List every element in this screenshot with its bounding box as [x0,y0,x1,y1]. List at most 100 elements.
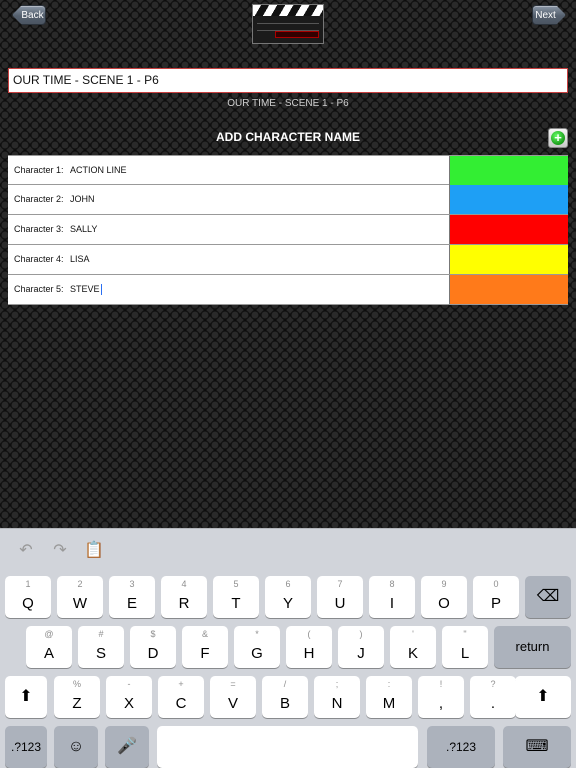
clapperboard-icon [252,4,324,44]
key-y[interactable]: 6Y [265,576,311,618]
key-label: E [126,595,137,612]
space-key[interactable] [157,726,418,768]
key-alt-label: 0 [493,579,499,589]
key-m[interactable]: :M [366,676,412,718]
key-label: W [72,595,88,612]
key-alt-label: ? [490,679,496,689]
key-b[interactable]: / B [262,676,308,718]
key-v[interactable]: = V [210,676,256,718]
key-label: T [231,595,241,612]
plus-circle-icon: + [551,131,565,145]
numbers-label: .?123 [10,740,42,754]
return-key[interactable]: return [494,626,571,668]
backspace-icon: ⌫ [536,588,560,605]
key-label: I [389,595,395,612]
scene-title-input[interactable]: OUR TIME - SCENE 1 - P6 [8,68,568,93]
key-c[interactable]: + C [158,676,204,718]
key-p[interactable]: 0P [473,576,519,618]
key-label: P [490,595,501,612]
key-alt-label: 4 [181,579,187,589]
character-color-swatch[interactable] [449,275,568,304]
key-alt-label: 6 [285,579,291,589]
backspace-key[interactable]: ⌫ [525,576,571,618]
key-alt-label: % [72,679,81,689]
key-z[interactable]: % Z [54,676,100,718]
key-period[interactable]: ?. [470,676,516,718]
key-u[interactable]: 7U [317,576,363,618]
key-label: R [178,595,190,612]
key-label: , [438,695,444,712]
key-d[interactable]: $ D [130,626,176,668]
key-alt-label: ' [412,629,414,639]
key-label: X [123,695,134,712]
numbers-key-right[interactable]: .?123 [427,726,495,768]
character-row-2: Character 2: JOHN [8,185,568,215]
character-name-input[interactable]: STEVE [64,275,449,304]
key-label: B [279,695,290,712]
character-color-swatch[interactable] [449,215,568,244]
character-label: Character 4: [14,254,64,264]
key-i[interactable]: 8I [369,576,415,618]
key-a[interactable]: @ A [26,626,72,668]
key-g[interactable]: * G [234,626,280,668]
section-title: ADD CHARACTER NAME [216,130,360,144]
key-alt-label: @ [44,629,54,639]
return-label: return [515,639,550,654]
key-x[interactable]: -X [106,676,152,718]
character-row-4: Character 4: LISA [8,245,568,275]
key-label: U [334,595,346,612]
character-name-input[interactable]: JOHN [64,185,449,214]
back-button[interactable]: Back [12,5,46,25]
key-alt-label: " [463,629,467,639]
clipboard-icon[interactable]: 📋 [84,541,104,561]
key-r[interactable]: 4R [161,576,207,618]
shift-key-left[interactable]: ⬆ [5,676,47,718]
dictation-key[interactable]: 🎤 [105,726,149,768]
next-button[interactable]: Next [532,5,566,25]
key-alt-label: 8 [389,579,395,589]
key-alt-label: 7 [337,579,343,589]
character-name-input[interactable]: ACTION LINE [64,156,449,184]
character-name-input[interactable]: SALLY [64,215,449,244]
key-s[interactable]: # S [78,626,124,668]
key-alt-label: ) [359,629,363,639]
key-w[interactable]: 2W [57,576,103,618]
hide-keyboard-key[interactable]: ⌨ [503,726,571,768]
key-alt-label: + [178,679,184,689]
numbers-key-left[interactable]: .?123 [5,726,47,768]
undo-icon[interactable]: ↶ [16,541,36,561]
key-alt-label: # [98,629,104,639]
onscreen-keyboard: ↶ ↷ 📋 1 Q 2 W 3 E 4 R 5 T 6 Y 7 U 8 I 9 O 0 P ⌫ @ A # S $ D & F * G(H)… [0,528,576,768]
character-color-swatch[interactable] [449,156,568,185]
character-color-swatch[interactable] [449,185,568,214]
key-o[interactable]: 9O [421,576,467,618]
key-label: A [43,645,54,662]
key-k[interactable]: ' K [390,626,436,668]
key-j[interactable]: ) J [338,626,384,668]
shift-key-right[interactable]: ⬆ [515,676,571,718]
key-l[interactable]: " L [442,626,488,668]
character-color-swatch[interactable] [449,245,568,274]
key-t[interactable]: 5T [213,576,259,618]
key-label: N [331,695,343,712]
character-row-3: Character 3: SALLY [8,215,568,245]
key-alt-label: ( [307,629,311,639]
key-label: Y [282,595,293,612]
key-label: L [460,645,470,662]
key-f[interactable]: & F [182,626,228,668]
redo-icon[interactable]: ↷ [50,541,70,561]
key-q[interactable]: 1Q [5,576,51,618]
key-h[interactable]: (H [286,626,332,668]
key-n[interactable]: ; N [314,676,360,718]
key-alt-label: = [230,679,236,689]
numbers-label: .?123 [445,740,477,754]
key-label: Q [22,595,34,612]
key-label: V [227,695,238,712]
character-label: Character 2: [14,194,64,204]
character-name-input[interactable]: LISA [64,245,449,274]
emoji-key[interactable]: ☺ [54,726,98,768]
key-e[interactable]: 3E [109,576,155,618]
add-character-button[interactable]: + [548,128,568,148]
key-comma[interactable]: !, [418,676,464,718]
emoji-icon: ☺ [67,738,85,755]
